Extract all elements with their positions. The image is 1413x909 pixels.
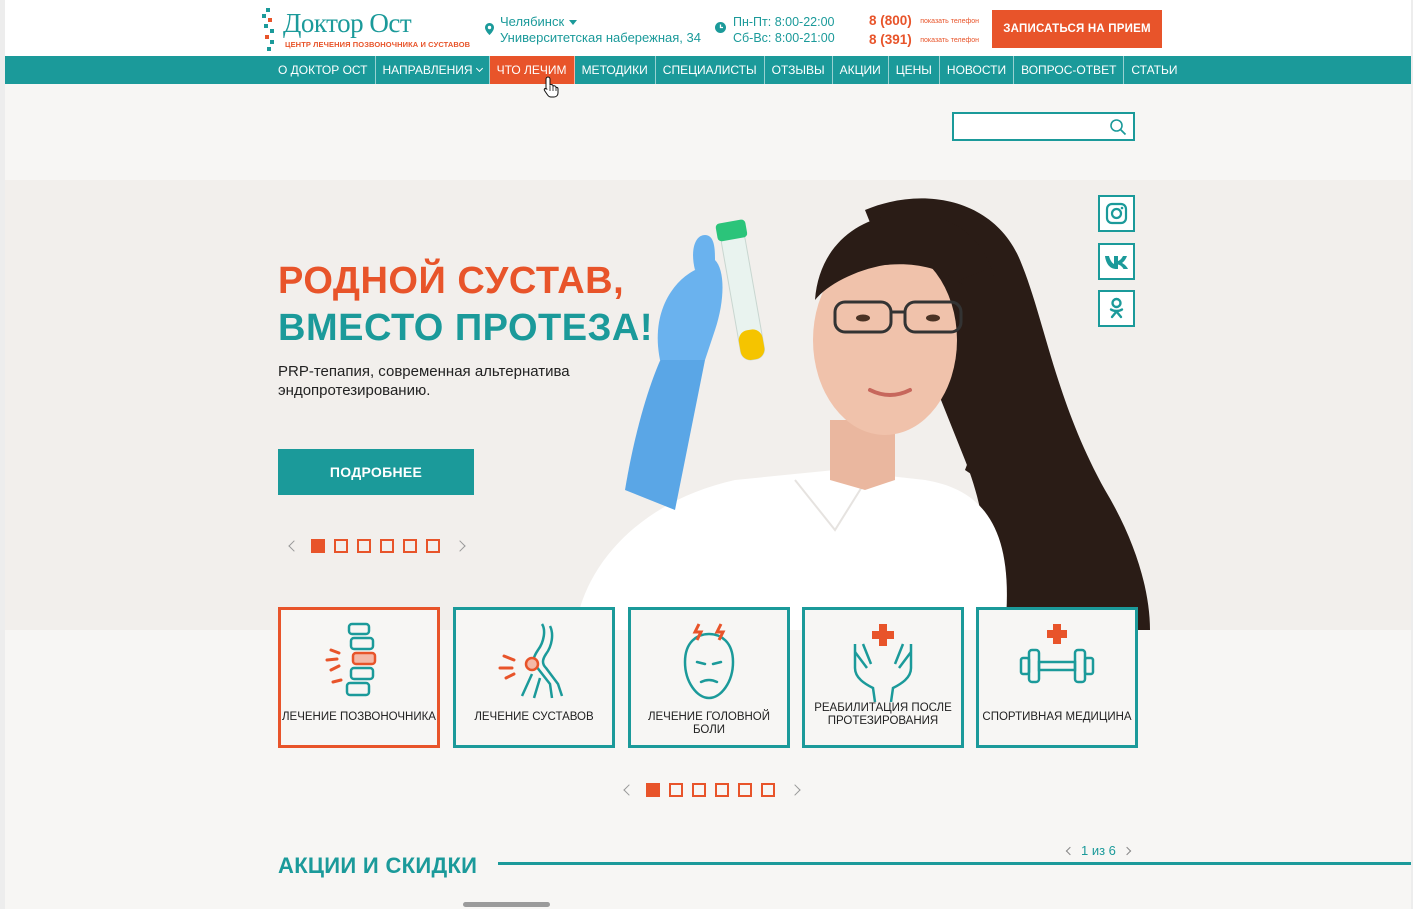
section-divider [498, 862, 1411, 865]
slider-dot[interactable] [646, 783, 660, 797]
page: Доктор Ост ЦЕНТР ЛЕЧЕНИЯ ПОЗВОНОЧНИКА И … [5, 0, 1411, 909]
pager-text: 1 из 6 [1081, 843, 1116, 858]
phones: 8 (800) показать телефон 8 (391) показат… [869, 11, 979, 49]
nav-item-articles[interactable]: СТАТЬИ [1124, 56, 1184, 84]
logo-title: Доктор Ост [283, 8, 412, 38]
card-rehab-after-prosthetics[interactable]: РЕАБИЛИТАЦИЯ ПОСЛЕ ПРОТЕЗИРОВАНИЯ [802, 607, 964, 748]
hero-title-line2: ВМЕСТО ПРОТЕЗА! [278, 307, 653, 349]
chevron-left-icon[interactable] [288, 540, 300, 552]
nav-item-promotions[interactable]: АКЦИИ [833, 56, 889, 84]
cards-slider-dots [623, 782, 801, 798]
nav-item-specialists[interactable]: СПЕЦИАЛИСТЫ [656, 56, 765, 84]
more-details-button[interactable]: ПОДРОБНЕЕ [278, 449, 474, 495]
headache-icon [683, 623, 735, 700]
nav-item-about[interactable]: О ДОКТОР ОСТ [271, 56, 376, 84]
instagram-link[interactable] [1098, 195, 1135, 232]
chevron-right-icon[interactable] [1122, 846, 1132, 856]
chevron-left-icon[interactable] [1065, 846, 1075, 856]
logo[interactable]: Доктор Ост ЦЕНТР ЛЕЧЕНИЯ ПОЗВОНОЧНИКА И … [261, 8, 470, 52]
rehab-hands-icon [853, 624, 913, 702]
location-pin-icon [485, 23, 494, 35]
search-input[interactable] [954, 114, 1104, 139]
show-phone-link[interactable]: показать телефон [920, 18, 979, 25]
nav-item-reviews[interactable]: ОТЗЫВЫ [765, 56, 833, 84]
address: Университетская набережная, 34 [500, 30, 701, 45]
chevron-down-icon [569, 20, 578, 26]
card-label: ЛЕЧЕНИЕ СУСТАВОВ [474, 711, 594, 723]
card-headache-treatment[interactable]: ЛЕЧЕНИЕ ГОЛОВНОЙ БОЛИ [628, 607, 790, 748]
hero-title-line1: РОДНОЙ СУСТАВ, [278, 260, 625, 302]
slider-dot[interactable] [761, 783, 775, 797]
card-label: ЛЕЧЕНИЕ ПОЗВОНОЧНИКА [282, 711, 436, 723]
hero-slider-dots [288, 538, 466, 554]
book-appointment-button[interactable]: ЗАПИСАТЬСЯ НА ПРИЕМ [992, 10, 1162, 48]
phone-number[interactable]: 8 (391) [869, 32, 912, 47]
slider-dot[interactable] [669, 783, 683, 797]
chevron-right-icon[interactable] [454, 540, 466, 552]
phone-row: 8 (800) показать телефон [869, 11, 979, 30]
chevron-down-icon [475, 64, 483, 73]
slider-dot[interactable] [715, 783, 729, 797]
search-box [952, 112, 1135, 141]
knee-joint-icon [498, 623, 564, 699]
doctor-with-test-tube-image [575, 198, 1150, 630]
vk-icon [1105, 256, 1128, 269]
nav-item-prices[interactable]: ЦЕНЫ [889, 56, 940, 84]
card-sports-medicine[interactable]: СПОРТИВНАЯ МЕДИЦИНА [976, 607, 1138, 748]
card-spine-treatment[interactable]: ЛЕЧЕНИЕ ПОЗВОНОЧНИКА [278, 607, 440, 748]
hours-weekday: Пн-Пт: 8:00-22:00 [733, 15, 835, 29]
header: Доктор Ост ЦЕНТР ЛЕЧЕНИЯ ПОЗВОНОЧНИКА И … [5, 0, 1411, 56]
nav-item-directions[interactable]: НАПРАВЛЕНИЯ [376, 56, 490, 84]
card-label: ЛЕЧЕНИЕ ГОЛОВНОЙ БОЛИ [647, 711, 771, 736]
hand-cursor-icon [543, 76, 559, 98]
card-joint-treatment[interactable]: ЛЕЧЕНИЕ СУСТАВОВ [453, 607, 615, 748]
main-nav: О ДОКТОР ОСТ НАПРАВЛЕНИЯ ЧТО ЛЕЧИМ МЕТОД… [5, 56, 1411, 84]
slider-dot[interactable] [426, 539, 440, 553]
promotions-pager: 1 из 6 [1065, 843, 1132, 858]
horizontal-scrollbar[interactable] [463, 902, 550, 907]
instagram-icon [1105, 202, 1128, 225]
slider-dot[interactable] [403, 539, 417, 553]
dumbbell-icon [1019, 624, 1095, 684]
card-label: СПОРТИВНАЯ МЕДИЦИНА [982, 711, 1132, 723]
nav-item-faq[interactable]: ВОПРОС-ОТВЕТ [1014, 56, 1125, 84]
logo-mark-icon [262, 8, 274, 51]
slider-dot[interactable] [334, 539, 348, 553]
show-phone-link[interactable]: показать телефон [920, 37, 979, 44]
vk-link[interactable] [1098, 243, 1135, 280]
hero-subtitle: PRP-тепапия, современная альтернатива эн… [278, 363, 570, 399]
city-name[interactable]: Челябинск [500, 14, 578, 30]
nav-item-news[interactable]: НОВОСТИ [940, 56, 1015, 84]
logo-subtitle: ЦЕНТР ЛЕЧЕНИЯ ПОЗВОНОЧНИКА И СУСТАВОВ [285, 40, 471, 49]
odnoklassniki-icon [1109, 297, 1124, 319]
card-label: РЕАБИЛИТАЦИЯ ПОСЛЕ ПРОТЕЗИРОВАНИЯ [814, 702, 952, 727]
phone-row: 8 (391) показать телефон [869, 30, 979, 49]
slider-dot[interactable] [738, 783, 752, 797]
hero-title: РОДНОЙ СУСТАВ, ВМЕСТО ПРОТЕЗА! [278, 258, 653, 352]
search-icon[interactable] [1109, 118, 1127, 136]
odnoklassniki-link[interactable] [1098, 290, 1135, 327]
slider-dot[interactable] [380, 539, 394, 553]
phone-number[interactable]: 8 (800) [869, 13, 912, 28]
nav-item-methods[interactable]: МЕТОДИКИ [575, 56, 656, 84]
slider-dot[interactable] [357, 539, 371, 553]
chevron-right-icon[interactable] [789, 784, 801, 796]
slider-dot[interactable] [692, 783, 706, 797]
promotions-section-title: АКЦИИ И СКИДКИ [278, 853, 478, 878]
clock-icon [715, 22, 726, 33]
slider-dot[interactable] [311, 539, 325, 553]
nav-item-what-we-treat[interactable]: ЧТО ЛЕЧИМ [489, 56, 575, 84]
spine-icon [325, 622, 377, 697]
chevron-left-icon[interactable] [623, 784, 635, 796]
nav-list: О ДОКТОР ОСТ НАПРАВЛЕНИЯ ЧТО ЛЕЧИМ МЕТОД… [271, 56, 1185, 84]
hours-weekend: Сб-Вс: 8:00-21:00 [733, 31, 835, 45]
